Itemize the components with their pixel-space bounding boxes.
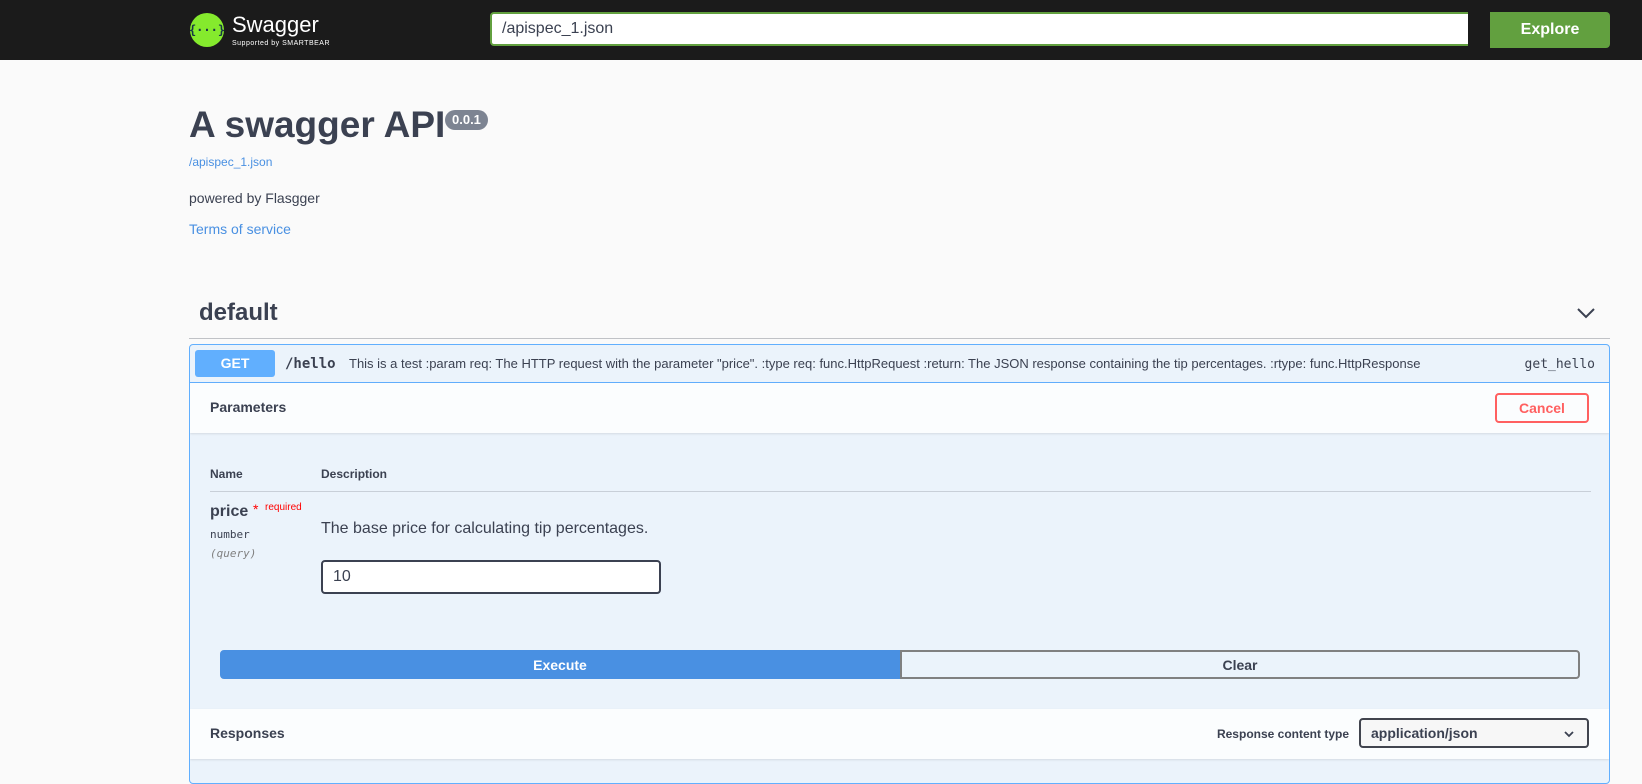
response-content-type-label: Response content type	[1216, 727, 1349, 741]
responses-header: Responses Response content type applicat…	[190, 709, 1609, 759]
api-title: A swagger API	[189, 104, 446, 145]
tag-title: default	[199, 299, 278, 326]
clear-button[interactable]: Clear	[900, 650, 1580, 679]
parameter-name: price	[210, 503, 249, 520]
api-description: powered by Flasgger	[189, 190, 320, 206]
price-input[interactable]	[321, 560, 661, 594]
cancel-button[interactable]: Cancel	[1495, 393, 1589, 423]
spec-url-input[interactable]	[490, 12, 1468, 46]
swagger-logo[interactable]: {···} Swagger Supported by SMARTBEAR	[189, 10, 331, 50]
operation-id: get_hello	[1524, 357, 1595, 372]
chevron-down-icon[interactable]	[1576, 303, 1596, 323]
operation-path: /hello	[285, 356, 336, 372]
column-header-description: Description	[321, 467, 388, 481]
version-badge: 0.0.1	[445, 110, 488, 130]
terms-of-service-link[interactable]: Terms of service	[189, 221, 291, 237]
logo-name: Swagger	[232, 11, 319, 37]
method-badge: GET	[195, 350, 275, 377]
column-header-name: Name	[210, 467, 243, 481]
parameters-title: Parameters	[210, 399, 287, 415]
parameter-location: (query)	[210, 547, 257, 560]
top-bar: {···} Swagger Supported by SMARTBEAR Exp…	[0, 0, 1642, 60]
explore-button[interactable]: Explore	[1490, 12, 1610, 48]
table-divider	[210, 491, 1591, 492]
required-star: *	[253, 501, 259, 517]
responses-title: Responses	[210, 725, 285, 741]
chevron-down-icon	[1564, 731, 1574, 738]
logo-subtitle: Supported by SMARTBEAR	[232, 39, 331, 47]
response-content-type-value: application/json	[1371, 725, 1478, 741]
parameters-header: Parameters Cancel	[190, 383, 1609, 433]
operation-summary-text: This is a test :param req: The HTTP requ…	[349, 356, 1421, 371]
tag-section-default[interactable]: default	[189, 287, 1610, 339]
spec-url-link[interactable]: /apispec_1.json	[189, 155, 272, 169]
operation-get-hello: GET /hello This is a test :param req: Th…	[189, 344, 1610, 784]
required-label: required	[265, 502, 302, 513]
swagger-logo-icon: {···}	[189, 13, 225, 47]
execute-button[interactable]: Execute	[220, 650, 900, 679]
operation-summary[interactable]: GET /hello This is a test :param req: Th…	[190, 345, 1609, 383]
response-content-type-select[interactable]: application/json	[1359, 718, 1589, 748]
parameter-description: The base price for calculating tip perce…	[321, 520, 649, 537]
parameter-type: number	[210, 528, 250, 541]
